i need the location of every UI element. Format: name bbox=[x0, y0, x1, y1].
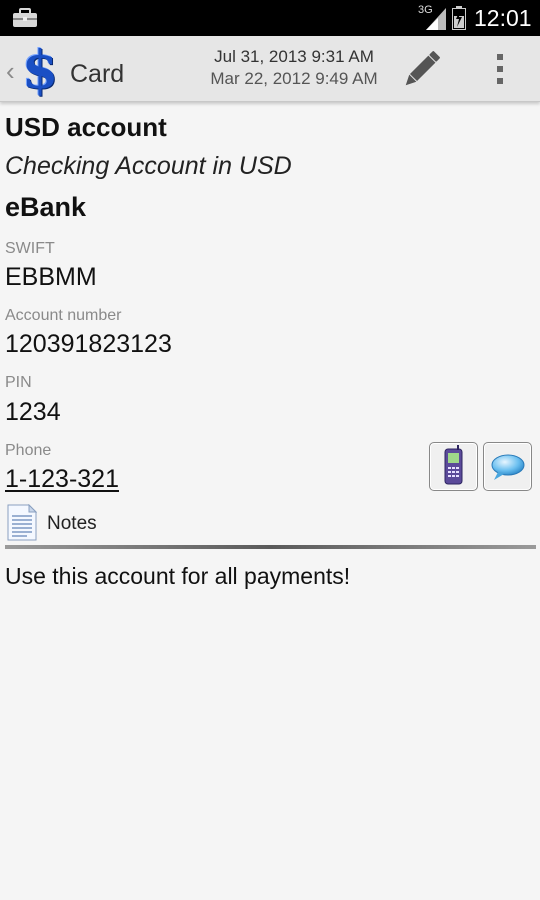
sms-button[interactable] bbox=[483, 442, 532, 491]
bank-name: eBank bbox=[5, 192, 87, 222]
notes-divider bbox=[5, 545, 536, 549]
account-number-label: Account number bbox=[5, 307, 122, 324]
account-number-value: 120391823123 bbox=[5, 330, 172, 358]
swift-label: SWIFT bbox=[5, 240, 55, 257]
created-date: Jul 31, 2013 9:31 AM bbox=[214, 47, 374, 66]
phone-link[interactable]: 1-123-321 bbox=[5, 465, 119, 494]
notepad-icon bbox=[7, 504, 37, 541]
up-navigation[interactable]: ‹ $ Card bbox=[2, 40, 125, 101]
modified-date: Mar 22, 2012 9:49 AM bbox=[210, 69, 378, 88]
page-title: Card bbox=[70, 60, 125, 88]
status-bar: 3G 12:01 bbox=[0, 0, 540, 36]
dollar-app-icon: $ bbox=[22, 40, 59, 101]
overflow-menu-icon[interactable] bbox=[488, 48, 512, 90]
swift-value: EBBMM bbox=[5, 263, 97, 291]
battery-icon bbox=[452, 6, 466, 30]
pencil-edit-icon[interactable] bbox=[398, 46, 446, 92]
notes-text: Use this account for all payments! bbox=[5, 563, 351, 589]
pin-label: PIN bbox=[5, 374, 32, 391]
action-bar: ‹ $ Card Jul 31, 2013 9:31 AM Mar 22, 20… bbox=[0, 36, 540, 102]
back-caret-icon: ‹ bbox=[6, 56, 15, 86]
briefcase-icon bbox=[13, 8, 37, 27]
card-dates: Jul 31, 2013 9:31 AM Mar 22, 2012 9:49 A… bbox=[190, 46, 398, 90]
call-button[interactable] bbox=[429, 442, 478, 491]
speech-bubble-icon bbox=[491, 454, 525, 480]
notes-label: Notes bbox=[47, 513, 97, 534]
pin-value: 1234 bbox=[5, 398, 61, 426]
cellphone-icon bbox=[444, 445, 463, 485]
card-name: USD account bbox=[5, 112, 167, 142]
signal-icon bbox=[426, 8, 446, 30]
phone-label: Phone bbox=[5, 442, 52, 459]
clock: 12:01 bbox=[474, 5, 532, 31]
card-description: Checking Account in USD bbox=[5, 152, 292, 180]
